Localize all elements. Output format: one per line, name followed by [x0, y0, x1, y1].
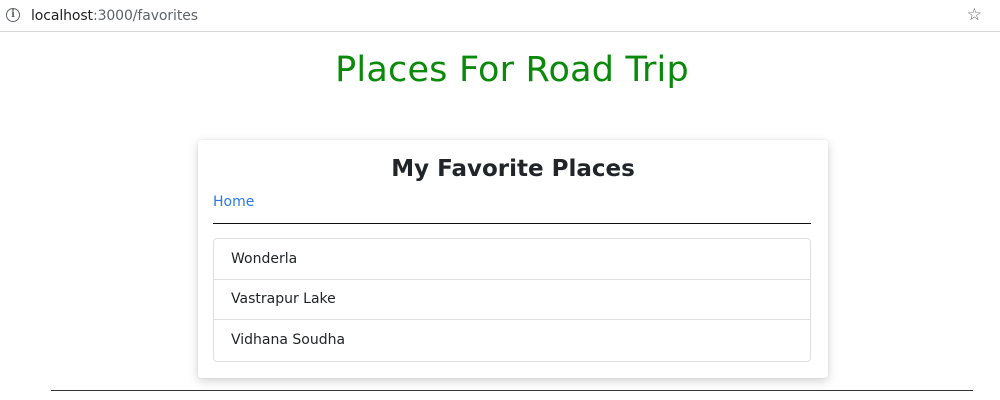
- list-item[interactable]: Wonderla: [214, 239, 810, 280]
- list-item[interactable]: Vidhana Soudha: [214, 320, 810, 361]
- star-icon[interactable]: ☆: [967, 5, 982, 25]
- page-title: Places For Road Trip: [335, 50, 689, 90]
- url-path: :3000/favorites: [92, 8, 198, 24]
- home-link[interactable]: Home: [213, 194, 254, 210]
- favorites-card: My Favorite Places Home Wonderla Vastrap…: [198, 140, 828, 378]
- card-divider: [213, 223, 811, 224]
- url-host: localhost: [31, 8, 93, 24]
- list-item[interactable]: Vastrapur Lake: [214, 280, 810, 320]
- card-title: My Favorite Places: [391, 156, 635, 182]
- url-text[interactable]: localhost:3000/favorites: [31, 8, 198, 24]
- footer-divider: [51, 390, 973, 391]
- info-icon[interactable]: i: [6, 8, 20, 22]
- favorites-list: Wonderla Vastrapur Lake Vidhana Soudha: [213, 238, 811, 362]
- browser-address-bar[interactable]: i localhost:3000/favorites ☆: [0, 0, 1000, 32]
